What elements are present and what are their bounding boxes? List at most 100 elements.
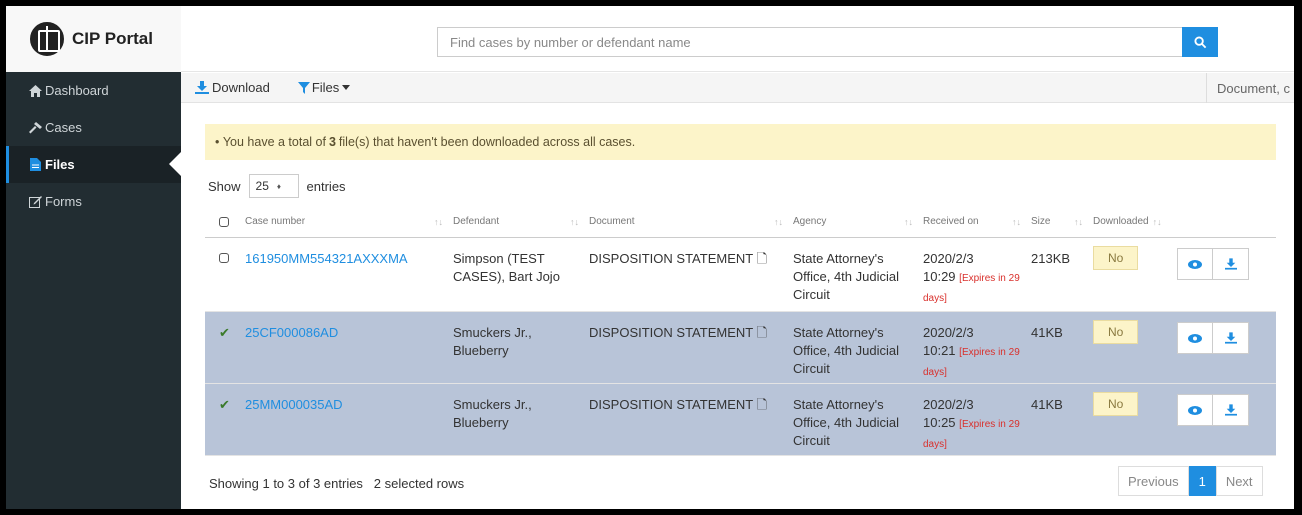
col-defendant[interactable]: Defendant ↑↓ — [453, 216, 589, 227]
download-button[interactable]: Download — [195, 80, 270, 95]
document-filter[interactable]: Document, c — [1206, 73, 1294, 103]
sidebar: Dashboard Cases Files Forms — [6, 72, 181, 509]
download-file-button[interactable] — [1213, 322, 1249, 354]
received-date: 2020/2/3 — [923, 325, 974, 340]
table-row[interactable]: ✔ 25MM000035AD Smuckers Jr., Blueberry D… — [205, 384, 1276, 456]
document-filter-label: Document, c — [1217, 80, 1290, 96]
pagination: Previous 1 Next — [1118, 466, 1263, 496]
col-label: Received on — [923, 216, 979, 227]
col-downloaded[interactable]: Downloaded ↑↓ — [1093, 216, 1177, 227]
download-icon — [1224, 332, 1237, 344]
received-date: 2020/2/3 — [923, 251, 974, 266]
filter-icon — [297, 81, 310, 94]
row-checkbox[interactable] — [205, 238, 245, 268]
home-icon — [28, 84, 42, 98]
top-header: CIP Portal — [6, 6, 1294, 72]
sidebar-item-dashboard[interactable]: Dashboard — [6, 72, 181, 109]
select-arrows-icon: ♦ — [276, 181, 281, 191]
show-label: Show — [208, 178, 241, 194]
status-badge: No — [1093, 392, 1139, 416]
size: 213KB — [1031, 251, 1071, 266]
col-label: Agency — [793, 216, 827, 227]
search-bar — [437, 27, 1182, 57]
received-time: 10:29 — [923, 269, 956, 284]
case-number: 25MM000035AD — [245, 397, 343, 412]
search-icon — [1193, 35, 1206, 48]
sidebar-item-cases[interactable]: Cases — [6, 109, 181, 146]
sidebar-item-files[interactable]: Files — [6, 146, 181, 183]
col-document[interactable]: Document ↑↓ — [589, 216, 793, 227]
table-info: Showing 1 to 3 of 3 entries 2 selected r… — [209, 476, 464, 491]
download-file-button[interactable] — [1213, 248, 1249, 280]
app-frame: CIP Portal Dashboard Cases Files Forms — [6, 6, 1294, 509]
previous-page-button[interactable]: Previous — [1118, 466, 1189, 496]
case-number-link[interactable]: 25MM000035AD — [245, 384, 453, 414]
document-icon: 🗋 — [756, 397, 768, 412]
sidebar-item-label: Files — [45, 157, 75, 172]
eye-icon — [1188, 259, 1202, 269]
edit-icon — [28, 195, 42, 209]
document-icon: 🗋 — [756, 325, 768, 340]
files-filter-label: Files — [311, 80, 340, 95]
toolbar: Download Files Document, c — [181, 73, 1294, 103]
files-filter-dropdown[interactable]: Files — [297, 80, 351, 95]
view-button[interactable] — [1177, 322, 1213, 354]
checked-icon: ✔ — [219, 325, 230, 340]
next-page-button[interactable]: Next — [1215, 466, 1263, 496]
view-button[interactable] — [1177, 248, 1213, 280]
col-received-on[interactable]: Received on ↑↓ — [923, 216, 1031, 227]
selected-rows-info: 2 selected rows — [373, 476, 465, 491]
size: 41KB — [1031, 397, 1063, 412]
row-actions — [1177, 238, 1276, 280]
sort-icon: ↑↓ — [570, 216, 579, 227]
document[interactable]: DISPOSITION STATEMENT 🗋 — [589, 312, 793, 342]
agency: State Attorney's Office, 4th Judicial Ci… — [793, 397, 899, 448]
entries-select[interactable]: 25 ♦ — [248, 174, 299, 198]
table-row[interactable]: 161950MM554321AXXXMA Simpson (TEST CASES… — [205, 238, 1276, 312]
checkbox-icon — [219, 253, 229, 263]
seal-logo-icon — [30, 22, 64, 56]
received-on: 2020/2/3 10:25 [Expires in 29 days] — [923, 384, 1031, 454]
col-size[interactable]: Size ↑↓ — [1031, 216, 1093, 227]
document[interactable]: DISPOSITION STATEMENT 🗋 — [589, 238, 793, 268]
document-icon: 🗋 — [756, 251, 768, 266]
brand[interactable]: CIP Portal — [6, 6, 181, 72]
document-name: DISPOSITION STATEMENT — [589, 325, 753, 340]
table-row[interactable]: ✔ 25CF000086AD Smuckers Jr., Blueberry D… — [205, 312, 1276, 384]
download-icon — [195, 81, 209, 94]
checked-icon: ✔ — [219, 397, 230, 412]
sort-icon: ↑↓ — [904, 216, 913, 227]
search-button[interactable] — [1182, 27, 1218, 57]
sort-icon: ↑↓ — [1012, 216, 1021, 227]
size: 41KB — [1031, 325, 1063, 340]
col-case-number[interactable]: Case number ↑↓ — [245, 216, 453, 227]
row-checkbox[interactable]: ✔ — [205, 384, 245, 414]
document-name: DISPOSITION STATEMENT — [589, 397, 753, 412]
document-name: DISPOSITION STATEMENT — [589, 251, 753, 266]
sidebar-item-label: Forms — [45, 194, 82, 209]
col-label: Size — [1031, 216, 1051, 227]
alert-prefix: You have a total of — [222, 135, 326, 149]
page-1-button[interactable]: 1 — [1188, 466, 1216, 496]
col-label: Downloaded — [1093, 216, 1149, 227]
view-button[interactable] — [1177, 394, 1213, 426]
received-time: 10:25 — [923, 415, 956, 430]
status-badge: No — [1093, 246, 1139, 270]
sidebar-item-forms[interactable]: Forms — [6, 183, 181, 220]
case-number-link[interactable]: 161950MM554321AXXXMA — [245, 238, 453, 268]
defendant: Simpson (TEST CASES), Bart Jojo — [453, 251, 560, 284]
sort-icon: ↑↓ — [434, 216, 443, 227]
case-number: 25CF000086AD — [245, 325, 339, 340]
entries-label: entries — [306, 178, 346, 194]
select-all-checkbox[interactable] — [205, 216, 245, 227]
row-checkbox[interactable]: ✔ — [205, 312, 245, 342]
received-time: 10:21 — [923, 343, 956, 358]
col-agency[interactable]: Agency ↑↓ — [793, 216, 923, 227]
sort-icon: ↑↓ — [774, 216, 783, 227]
case-number-link[interactable]: 25CF000086AD — [245, 312, 453, 342]
download-file-button[interactable] — [1213, 394, 1249, 426]
defendant: Smuckers Jr., Blueberry — [453, 397, 532, 430]
entries-info: Showing 1 to 3 of 3 entries — [209, 476, 363, 491]
document[interactable]: DISPOSITION STATEMENT 🗋 — [589, 384, 793, 414]
search-input[interactable] — [437, 27, 1182, 57]
